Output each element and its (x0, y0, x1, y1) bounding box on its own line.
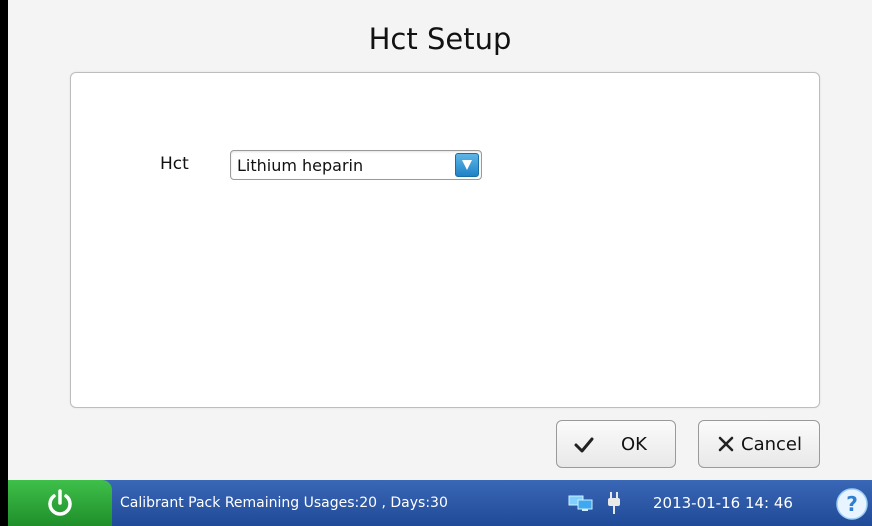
hct-label: Hct (160, 154, 189, 174)
power-button[interactable] (8, 480, 112, 526)
screen: Hct Setup Hct Lithium heparin OK Cancel (8, 0, 872, 526)
calibrant-status-text: Calibrant Pack Remaining Usages:20 , Day… (120, 495, 448, 511)
help-icon[interactable]: ? (836, 488, 868, 524)
power-icon (48, 489, 72, 516)
hct-select[interactable]: Lithium heparin (230, 150, 482, 180)
dropdown-arrow-icon[interactable] (455, 153, 479, 177)
dialog-title: Hct Setup (368, 22, 512, 56)
cancel-button[interactable]: Cancel (698, 420, 820, 468)
network-icon (568, 494, 594, 516)
check-icon (573, 434, 595, 461)
hct-select-value: Lithium heparin (237, 156, 364, 175)
svg-text:?: ? (846, 492, 858, 516)
ok-button-label: OK (621, 434, 647, 455)
datetime-display: 2013-01-16 14: 46 (653, 494, 793, 512)
x-icon (717, 434, 735, 459)
settings-panel (70, 72, 820, 408)
ok-button[interactable]: OK (556, 420, 676, 468)
cancel-button-label: Cancel (741, 434, 802, 455)
plug-icon (606, 491, 622, 519)
status-bar: Calibrant Pack Remaining Usages:20 , Day… (8, 480, 872, 526)
